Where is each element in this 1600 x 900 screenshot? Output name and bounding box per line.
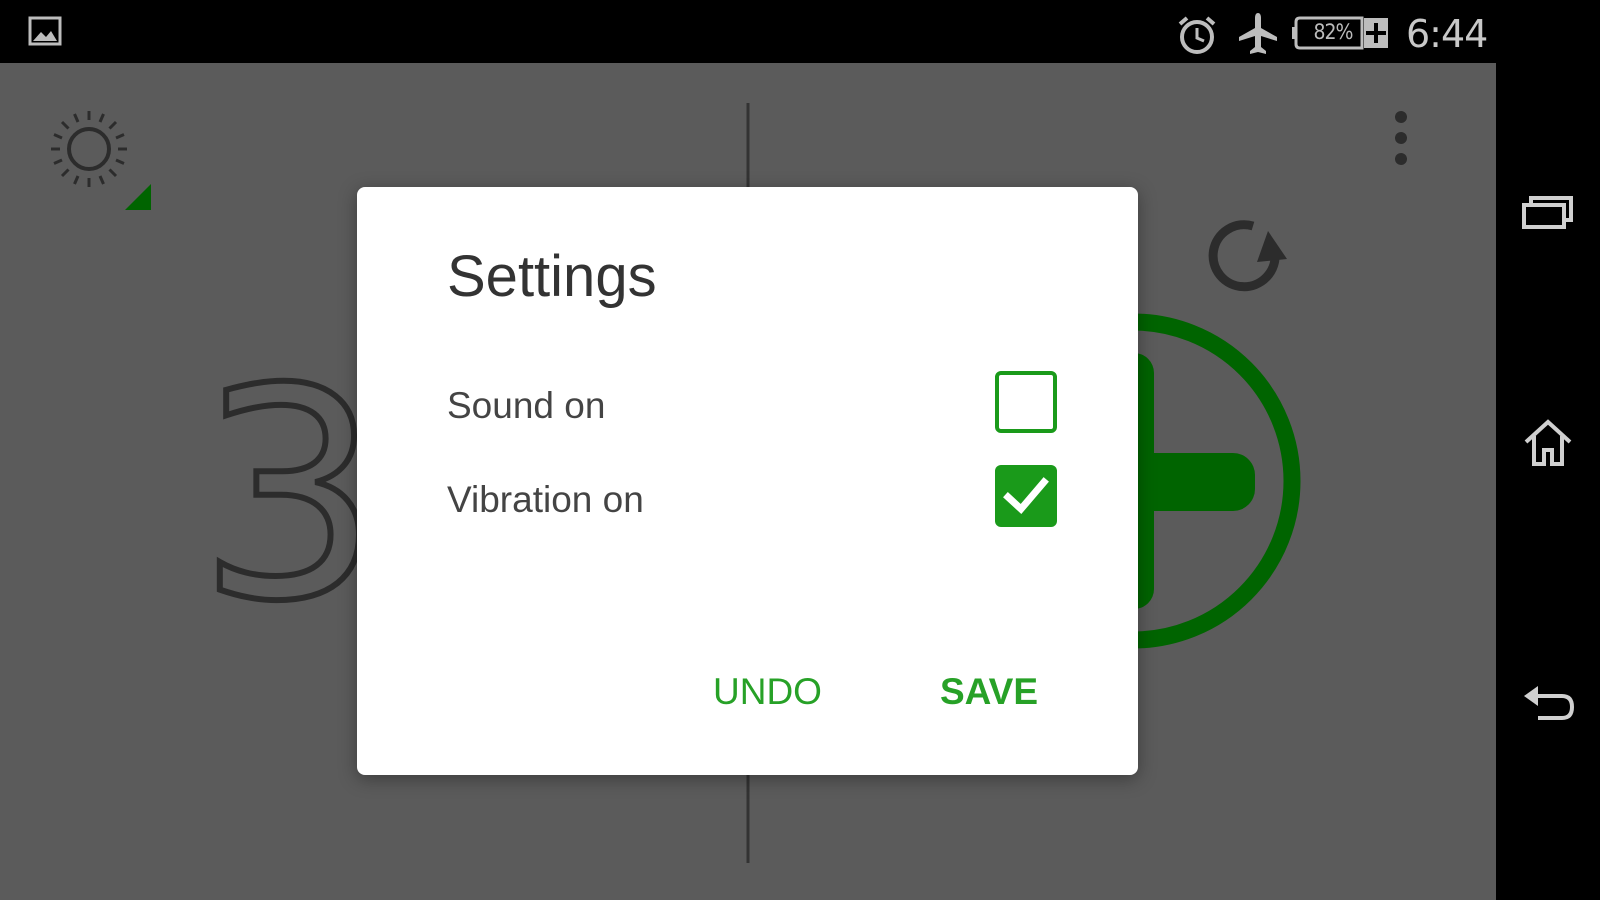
airplane-mode-icon	[1239, 13, 1277, 54]
navigation-bar	[1496, 63, 1600, 900]
sound-label: Sound on	[447, 385, 606, 426]
check-icon	[1003, 477, 1049, 515]
setting-row-vibration[interactable]: Vibration on	[447, 463, 1057, 535]
setting-row-sound[interactable]: Sound on	[447, 369, 1057, 441]
home-icon[interactable]	[1518, 412, 1578, 472]
undo-button[interactable]: UNDO	[713, 671, 822, 713]
sound-checkbox[interactable]	[995, 371, 1057, 433]
recent-apps-icon[interactable]	[1518, 183, 1578, 243]
gallery-icon	[28, 16, 62, 46]
battery-percent: 82%	[1313, 20, 1354, 44]
status-bar: 82% 6:44	[0, 0, 1600, 63]
status-clock: 6:44	[1406, 12, 1488, 56]
settings-dialog: Settings Sound on Vibration on UNDO SAVE	[357, 187, 1138, 775]
dialog-title: Settings	[447, 244, 657, 309]
vibration-checkbox[interactable]	[995, 465, 1057, 527]
back-icon[interactable]	[1518, 674, 1578, 734]
vibration-label: Vibration on	[447, 479, 644, 520]
save-button[interactable]: SAVE	[940, 671, 1038, 713]
alarm-icon	[1178, 16, 1216, 54]
